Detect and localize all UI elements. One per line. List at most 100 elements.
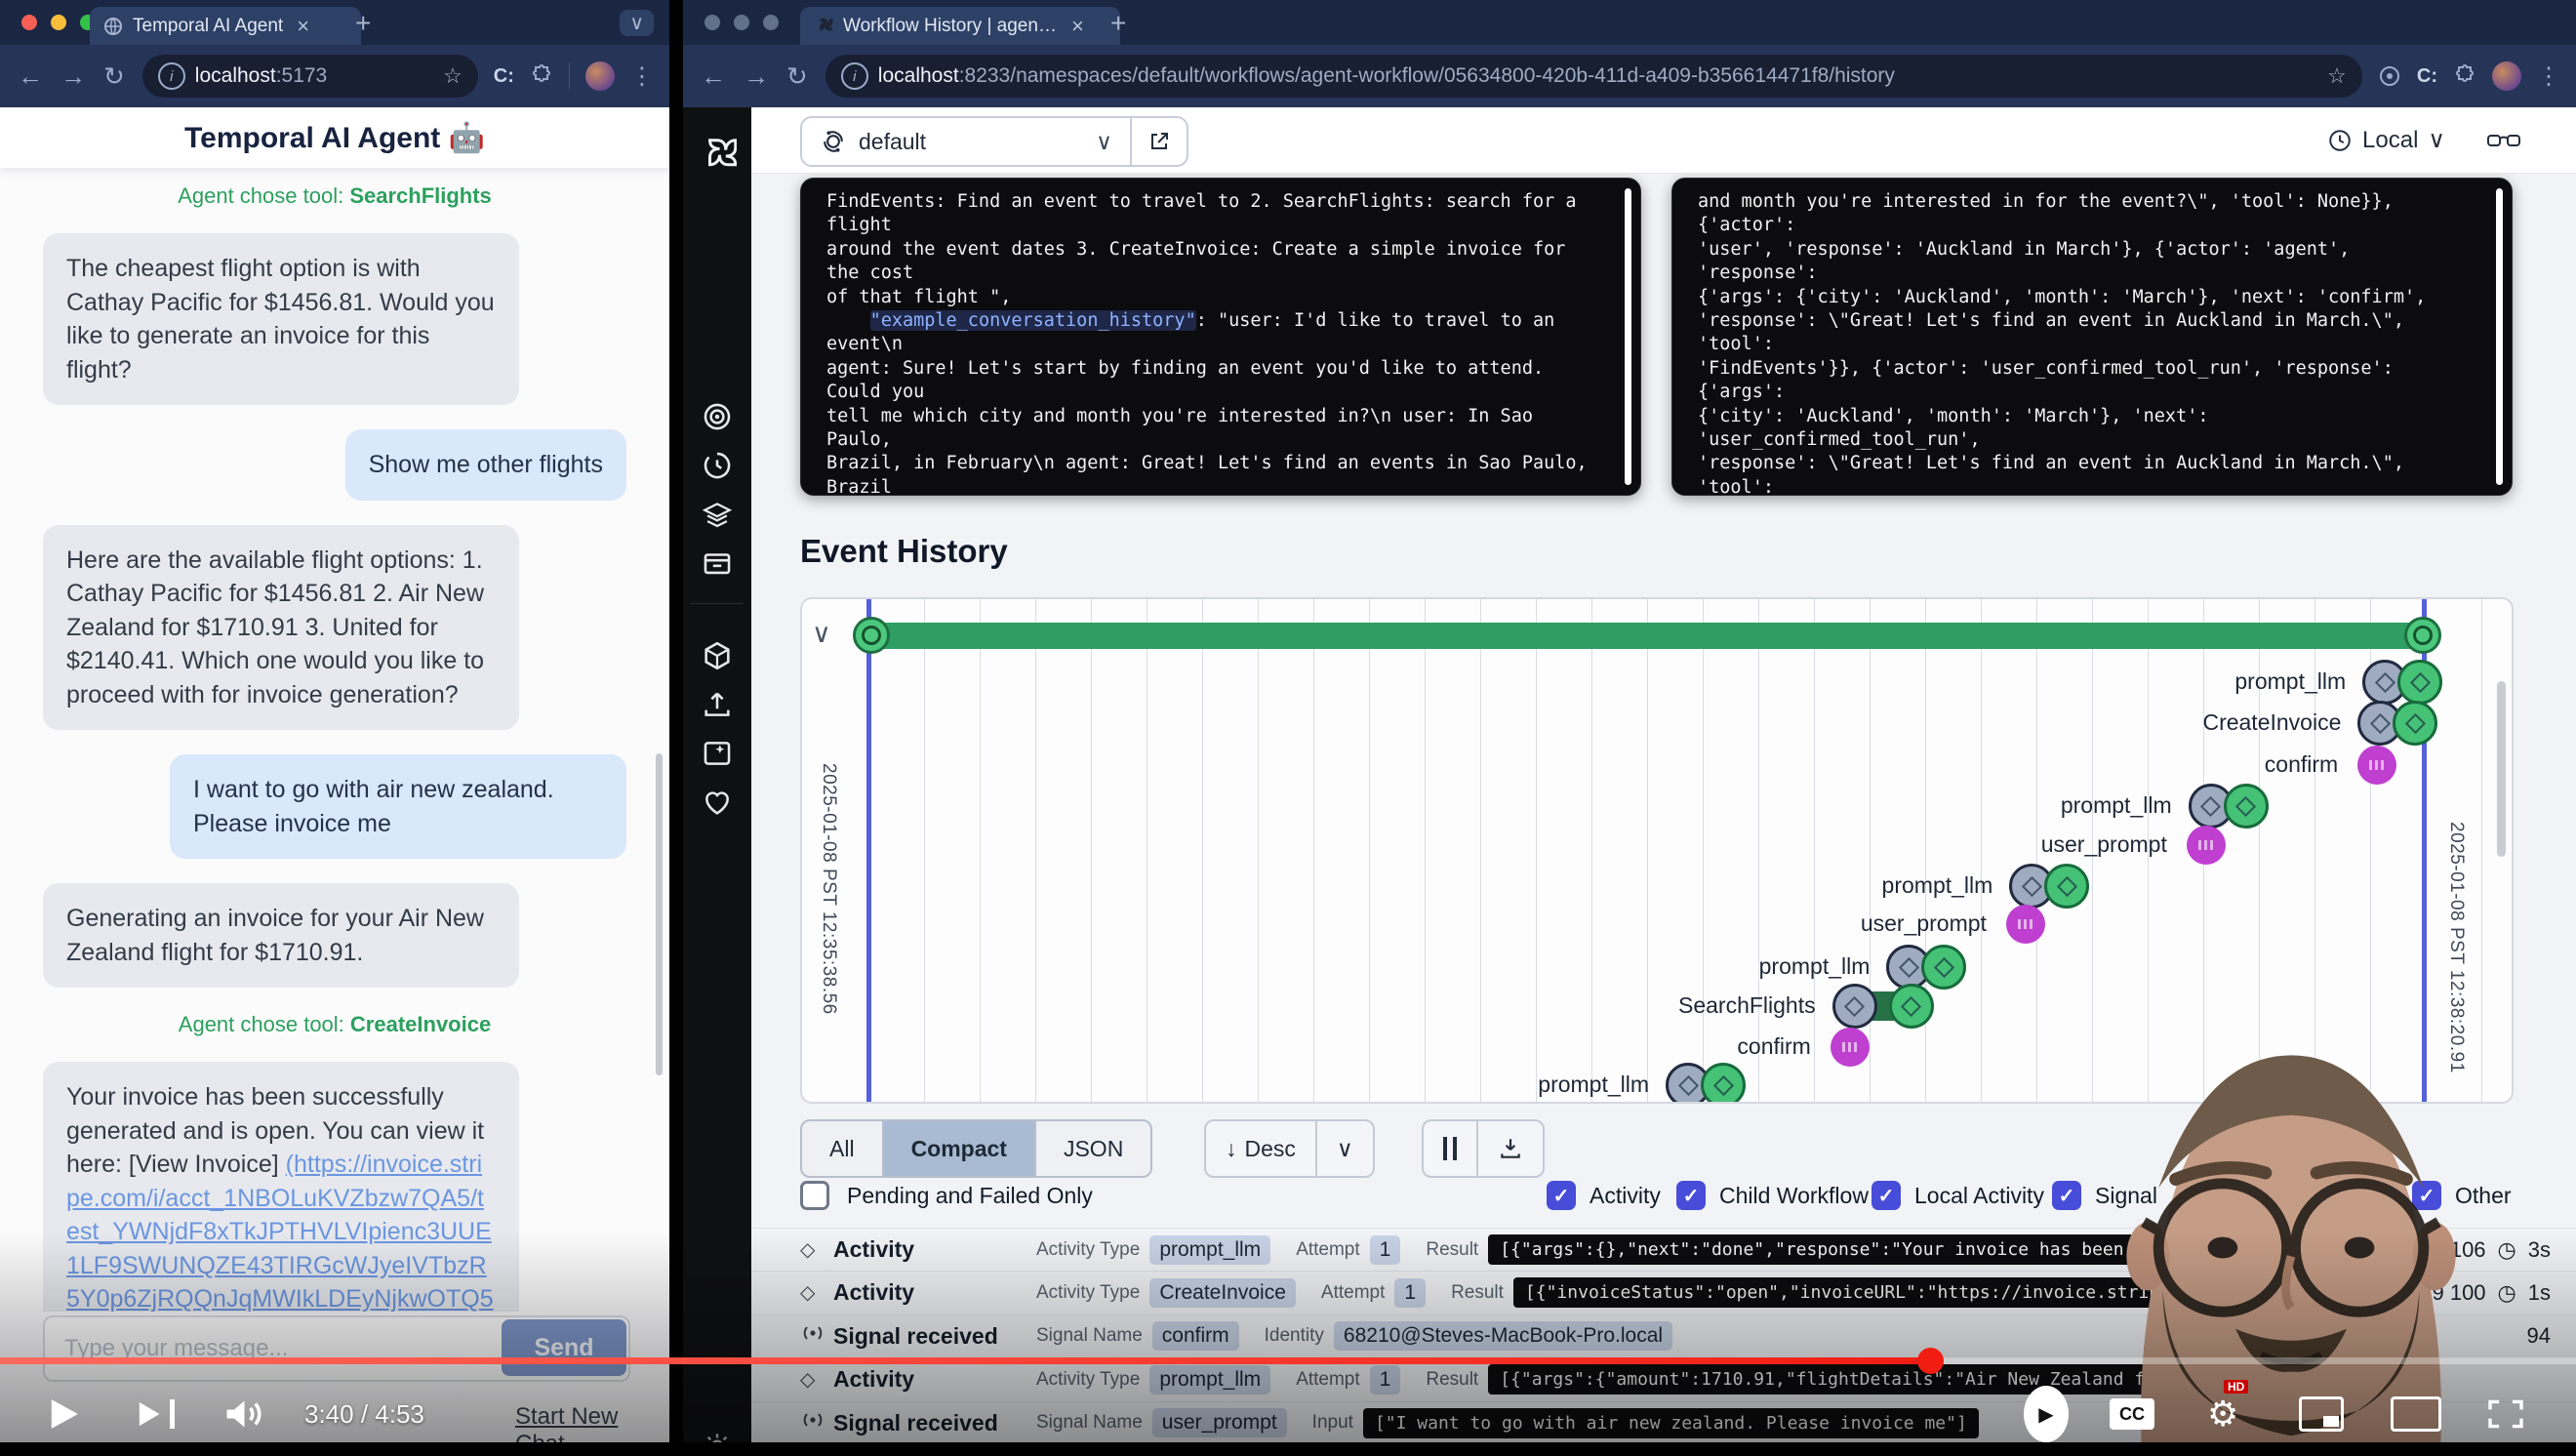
close-window-button[interactable] <box>21 15 37 30</box>
minimize-window-button[interactable] <box>734 15 749 30</box>
temporal-logo-icon[interactable] <box>698 137 737 176</box>
sort-desc-button[interactable]: ↓ Desc <box>1206 1121 1315 1176</box>
reload-icon[interactable]: ↻ <box>786 61 808 92</box>
extensions-puzzle-icon[interactable] <box>530 64 553 88</box>
address-bar[interactable]: i localhost:5173 ☆ <box>142 55 478 98</box>
code-panel-scrollbar[interactable] <box>1625 188 1631 485</box>
address-bar[interactable]: i localhost:8233/namespaces/default/work… <box>825 55 2362 98</box>
pending-failed-checkbox[interactable] <box>800 1181 829 1210</box>
view-tab-json[interactable]: JSON <box>1034 1121 1150 1176</box>
heart-icon[interactable] <box>701 786 734 819</box>
activity-completed-marker[interactable] <box>1889 984 1934 1029</box>
fullscreen-button[interactable] <box>2486 1386 2525 1442</box>
minimize-window-button[interactable] <box>51 15 66 30</box>
send-button[interactable]: Send <box>502 1319 626 1376</box>
settings-button[interactable]: ⚙ HD <box>2207 1386 2238 1442</box>
tab-close-icon[interactable]: × <box>1071 14 1084 39</box>
browser-menu-icon[interactable]: ⋮ <box>2537 62 2560 91</box>
browser-menu-icon[interactable]: ⋮ <box>630 62 654 91</box>
signal-marker[interactable] <box>2357 746 2396 785</box>
signal-marker[interactable] <box>2006 905 2045 944</box>
forward-icon[interactable]: → <box>744 61 769 92</box>
new-tab-button[interactable]: + <box>1110 8 1126 39</box>
extension-eye-icon[interactable] <box>2378 64 2401 88</box>
new-tab-button[interactable]: + <box>355 8 371 39</box>
chat-scrollbar[interactable] <box>656 753 663 1075</box>
video-progress-bar[interactable] <box>0 1357 2576 1364</box>
namespace-selector[interactable]: default ∨ <box>800 116 1188 167</box>
code-panel-scrollbar[interactable] <box>2496 188 2503 485</box>
next-button[interactable] <box>135 1386 175 1442</box>
miniplayer-button[interactable] <box>2299 1386 2344 1442</box>
site-info-icon[interactable]: i <box>841 62 868 90</box>
view-tab-compact[interactable]: Compact <box>882 1121 1034 1176</box>
bookmark-star-icon[interactable]: ☆ <box>2327 63 2347 89</box>
extension-ci-icon[interactable]: C: <box>2417 65 2437 88</box>
category-checkbox-local-activity[interactable]: ✓ <box>1872 1181 1901 1210</box>
back-icon[interactable]: ← <box>18 61 43 92</box>
play-button[interactable] <box>45 1386 82 1442</box>
profile-avatar[interactable] <box>2492 61 2521 91</box>
workflow-execution-bar[interactable] <box>872 623 2424 649</box>
window-controls[interactable] <box>21 15 96 30</box>
chat-app-title: Temporal AI Agent 🤖 <box>0 107 669 168</box>
tab-search-chevron-icon[interactable]: ∨ <box>620 10 654 36</box>
download-icon <box>1498 1136 1523 1161</box>
activity-completed-marker[interactable] <box>2224 784 2269 829</box>
workflow-input-code-panel[interactable]: FindEvents: Find an event to travel to 2… <box>800 178 1641 496</box>
timezone-selector[interactable]: Local ∨ <box>2327 126 2445 154</box>
category-checkbox-activity[interactable]: ✓ <box>1547 1181 1576 1210</box>
category-checkbox-child-workflow[interactable]: ✓ <box>1676 1181 1706 1210</box>
view-tab-all[interactable]: All <box>802 1121 882 1176</box>
feedback-window-icon[interactable] <box>701 737 734 770</box>
timeline-scrollbar[interactable] <box>2497 681 2506 857</box>
activity-completed-marker[interactable] <box>1701 1063 1746 1104</box>
category-checkbox-signal[interactable]: ✓ <box>2052 1181 2081 1210</box>
signal-marker[interactable] <box>2187 826 2226 865</box>
playback-download-control[interactable] <box>1422 1119 1545 1178</box>
labs-glasses-icon[interactable] <box>2486 129 2521 152</box>
view-mode-segmented-control[interactable]: AllCompactJSON <box>800 1119 1152 1178</box>
activity-completed-marker[interactable] <box>2393 701 2437 746</box>
activity-completed-marker[interactable] <box>2397 660 2442 705</box>
batch-layers-icon[interactable] <box>701 498 734 531</box>
autoplay-toggle[interactable]: ▶ <box>2024 1386 2069 1442</box>
site-info-icon[interactable]: i <box>158 62 185 90</box>
sort-chevron-button[interactable]: ∨ <box>1315 1121 1373 1176</box>
pause-button[interactable] <box>1424 1121 1476 1176</box>
back-icon[interactable]: ← <box>701 61 726 92</box>
zoom-window-button[interactable] <box>763 15 779 30</box>
archive-box-icon[interactable] <box>701 546 734 580</box>
workflow-result-code-panel[interactable]: and month you're interested in for the e… <box>1671 178 2513 496</box>
volume-icon[interactable] <box>222 1386 263 1442</box>
download-button[interactable] <box>1476 1121 1543 1176</box>
workflow-end-marker[interactable] <box>2404 617 2441 654</box>
schedules-clock-icon[interactable] <box>701 449 734 482</box>
tab-workflow-history[interactable]: Workflow History | agent-wor × <box>800 7 1120 45</box>
signal-marker[interactable] <box>1831 1028 1870 1067</box>
profile-avatar[interactable] <box>585 61 615 91</box>
codec-cube-icon[interactable] <box>701 639 734 672</box>
forward-icon[interactable]: → <box>60 61 86 92</box>
collapse-timeline-chevron-icon[interactable]: ∨ <box>812 619 831 649</box>
upload-icon[interactable] <box>701 688 734 721</box>
workflow-start-marker[interactable] <box>853 617 890 654</box>
sort-order-control[interactable]: ↓ Desc ∨ <box>1204 1119 1375 1178</box>
tab-temporal-ai-agent[interactable]: Temporal AI Agent × <box>90 7 361 45</box>
close-window-button[interactable] <box>704 15 720 30</box>
theater-button[interactable] <box>2391 1386 2441 1442</box>
pause-icon <box>1443 1137 1457 1160</box>
activity-scheduled-marker[interactable] <box>1832 984 1877 1029</box>
bookmark-star-icon[interactable]: ☆ <box>443 63 463 89</box>
invoice-link[interactable]: (https://invoice.stripe.com/i/acct_1NBOL… <box>66 1151 494 1312</box>
progress-handle[interactable] <box>1917 1348 1944 1374</box>
window-controls[interactable] <box>704 15 779 30</box>
workflows-eye-icon[interactable] <box>701 400 734 433</box>
extension-ci-icon[interactable]: C: <box>494 65 514 88</box>
captions-button[interactable]: CC <box>2110 1386 2154 1442</box>
activity-completed-marker[interactable] <box>2044 864 2089 909</box>
tab-close-icon[interactable]: × <box>297 14 309 39</box>
extensions-puzzle-icon[interactable] <box>2453 64 2476 88</box>
reload-icon[interactable]: ↻ <box>103 61 125 92</box>
open-namespace-button[interactable] <box>1130 118 1187 165</box>
